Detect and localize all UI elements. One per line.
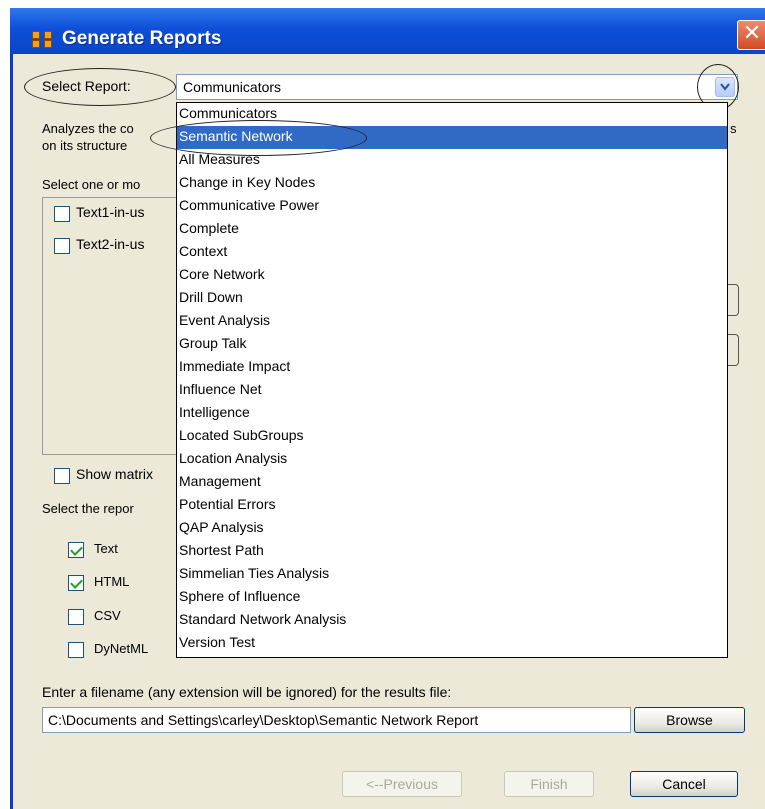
format-csv-checkbox[interactable] — [68, 609, 84, 625]
dropdown-option[interactable]: Potential Errors — [177, 494, 727, 517]
dropdown-option[interactable]: Simmelian Ties Analysis — [177, 563, 727, 586]
dropdown-option[interactable]: Change in Key Nodes — [177, 172, 727, 195]
previous-button[interactable]: <--Previous — [342, 771, 462, 797]
nodes-prompt: Select one or mo — [42, 177, 141, 192]
app-network-icon — [32, 31, 52, 48]
dropdown-option[interactable]: Event Analysis — [177, 310, 727, 333]
dropdown-option[interactable]: Location Analysis — [177, 448, 727, 471]
dropdown-option[interactable]: Intelligence — [177, 402, 727, 425]
side-button-edge[interactable] — [728, 284, 739, 316]
close-button[interactable]: ✕ — [737, 20, 765, 50]
format-text-checkbox[interactable] — [68, 542, 84, 558]
filename-input[interactable]: C:\Documents and Settings\carley\Desktop… — [42, 707, 631, 733]
dropdown-option[interactable]: Complete — [177, 218, 727, 241]
annotation-ellipse-option — [150, 120, 367, 156]
dropdown-option[interactable]: Sphere of Influence — [177, 586, 727, 609]
dropdown-option[interactable]: Shortest Path — [177, 540, 727, 563]
formats-prompt: Select the repor — [42, 501, 134, 516]
dropdown-option[interactable]: Communicative Power — [177, 195, 727, 218]
dropdown-option[interactable]: Standard Network Analysis — [177, 609, 727, 632]
format-text-label: Text — [94, 541, 118, 556]
report-select[interactable]: Communicators — [176, 74, 738, 100]
description-suffix: s — [730, 121, 737, 136]
description-line-2: on its structure — [42, 138, 128, 153]
browse-button[interactable]: Browse — [634, 707, 745, 733]
dropdown-option[interactable]: Immediate Impact — [177, 356, 727, 379]
format-html-checkbox[interactable] — [68, 575, 84, 591]
report-select-value: Communicators — [183, 79, 282, 95]
description-line-1: Analyzes the co — [42, 121, 134, 136]
finish-button[interactable]: Finish — [504, 771, 594, 797]
show-matrix-label: Show matrix — [76, 466, 154, 482]
dropdown-option[interactable]: Management — [177, 471, 727, 494]
format-dynetml-label: DyNetML — [94, 641, 149, 656]
dropdown-option[interactable]: QAP Analysis — [177, 517, 727, 540]
meta-network-checkbox[interactable] — [54, 206, 70, 222]
dropdown-option[interactable]: Group Talk — [177, 333, 727, 356]
dropdown-option[interactable]: Located SubGroups — [177, 425, 727, 448]
filename-value: C:\Documents and Settings\carley\Desktop… — [48, 712, 479, 728]
filename-prompt: Enter a filename (any extension will be … — [42, 684, 452, 700]
side-button-edge[interactable] — [728, 334, 739, 366]
dropdown-option[interactable]: Influence Net — [177, 379, 727, 402]
dropdown-option[interactable]: Context — [177, 241, 727, 264]
meta-network-label: Text2-in-us — [76, 236, 145, 252]
select-report-label: Select Report: — [42, 78, 131, 94]
report-dropdown-list[interactable]: Communicators Semantic Network All Measure… — [176, 102, 728, 658]
meta-network-checkbox[interactable] — [54, 238, 70, 254]
format-html-label: HTML — [94, 574, 130, 589]
cancel-button[interactable]: Cancel — [630, 771, 738, 797]
format-csv-label: CSV — [94, 608, 121, 623]
show-matrix-checkbox[interactable] — [54, 468, 70, 484]
dropdown-option[interactable]: Version Test — [177, 632, 727, 655]
format-dynetml-checkbox[interactable] — [68, 642, 84, 658]
window-title: Generate Reports — [62, 28, 222, 49]
dropdown-option[interactable]: Drill Down — [177, 287, 727, 310]
dropdown-option[interactable]: Core Network — [177, 264, 727, 287]
meta-network-label: Text1-in-us — [76, 204, 145, 220]
title-bar[interactable]: Generate Reports — [10, 8, 765, 54]
